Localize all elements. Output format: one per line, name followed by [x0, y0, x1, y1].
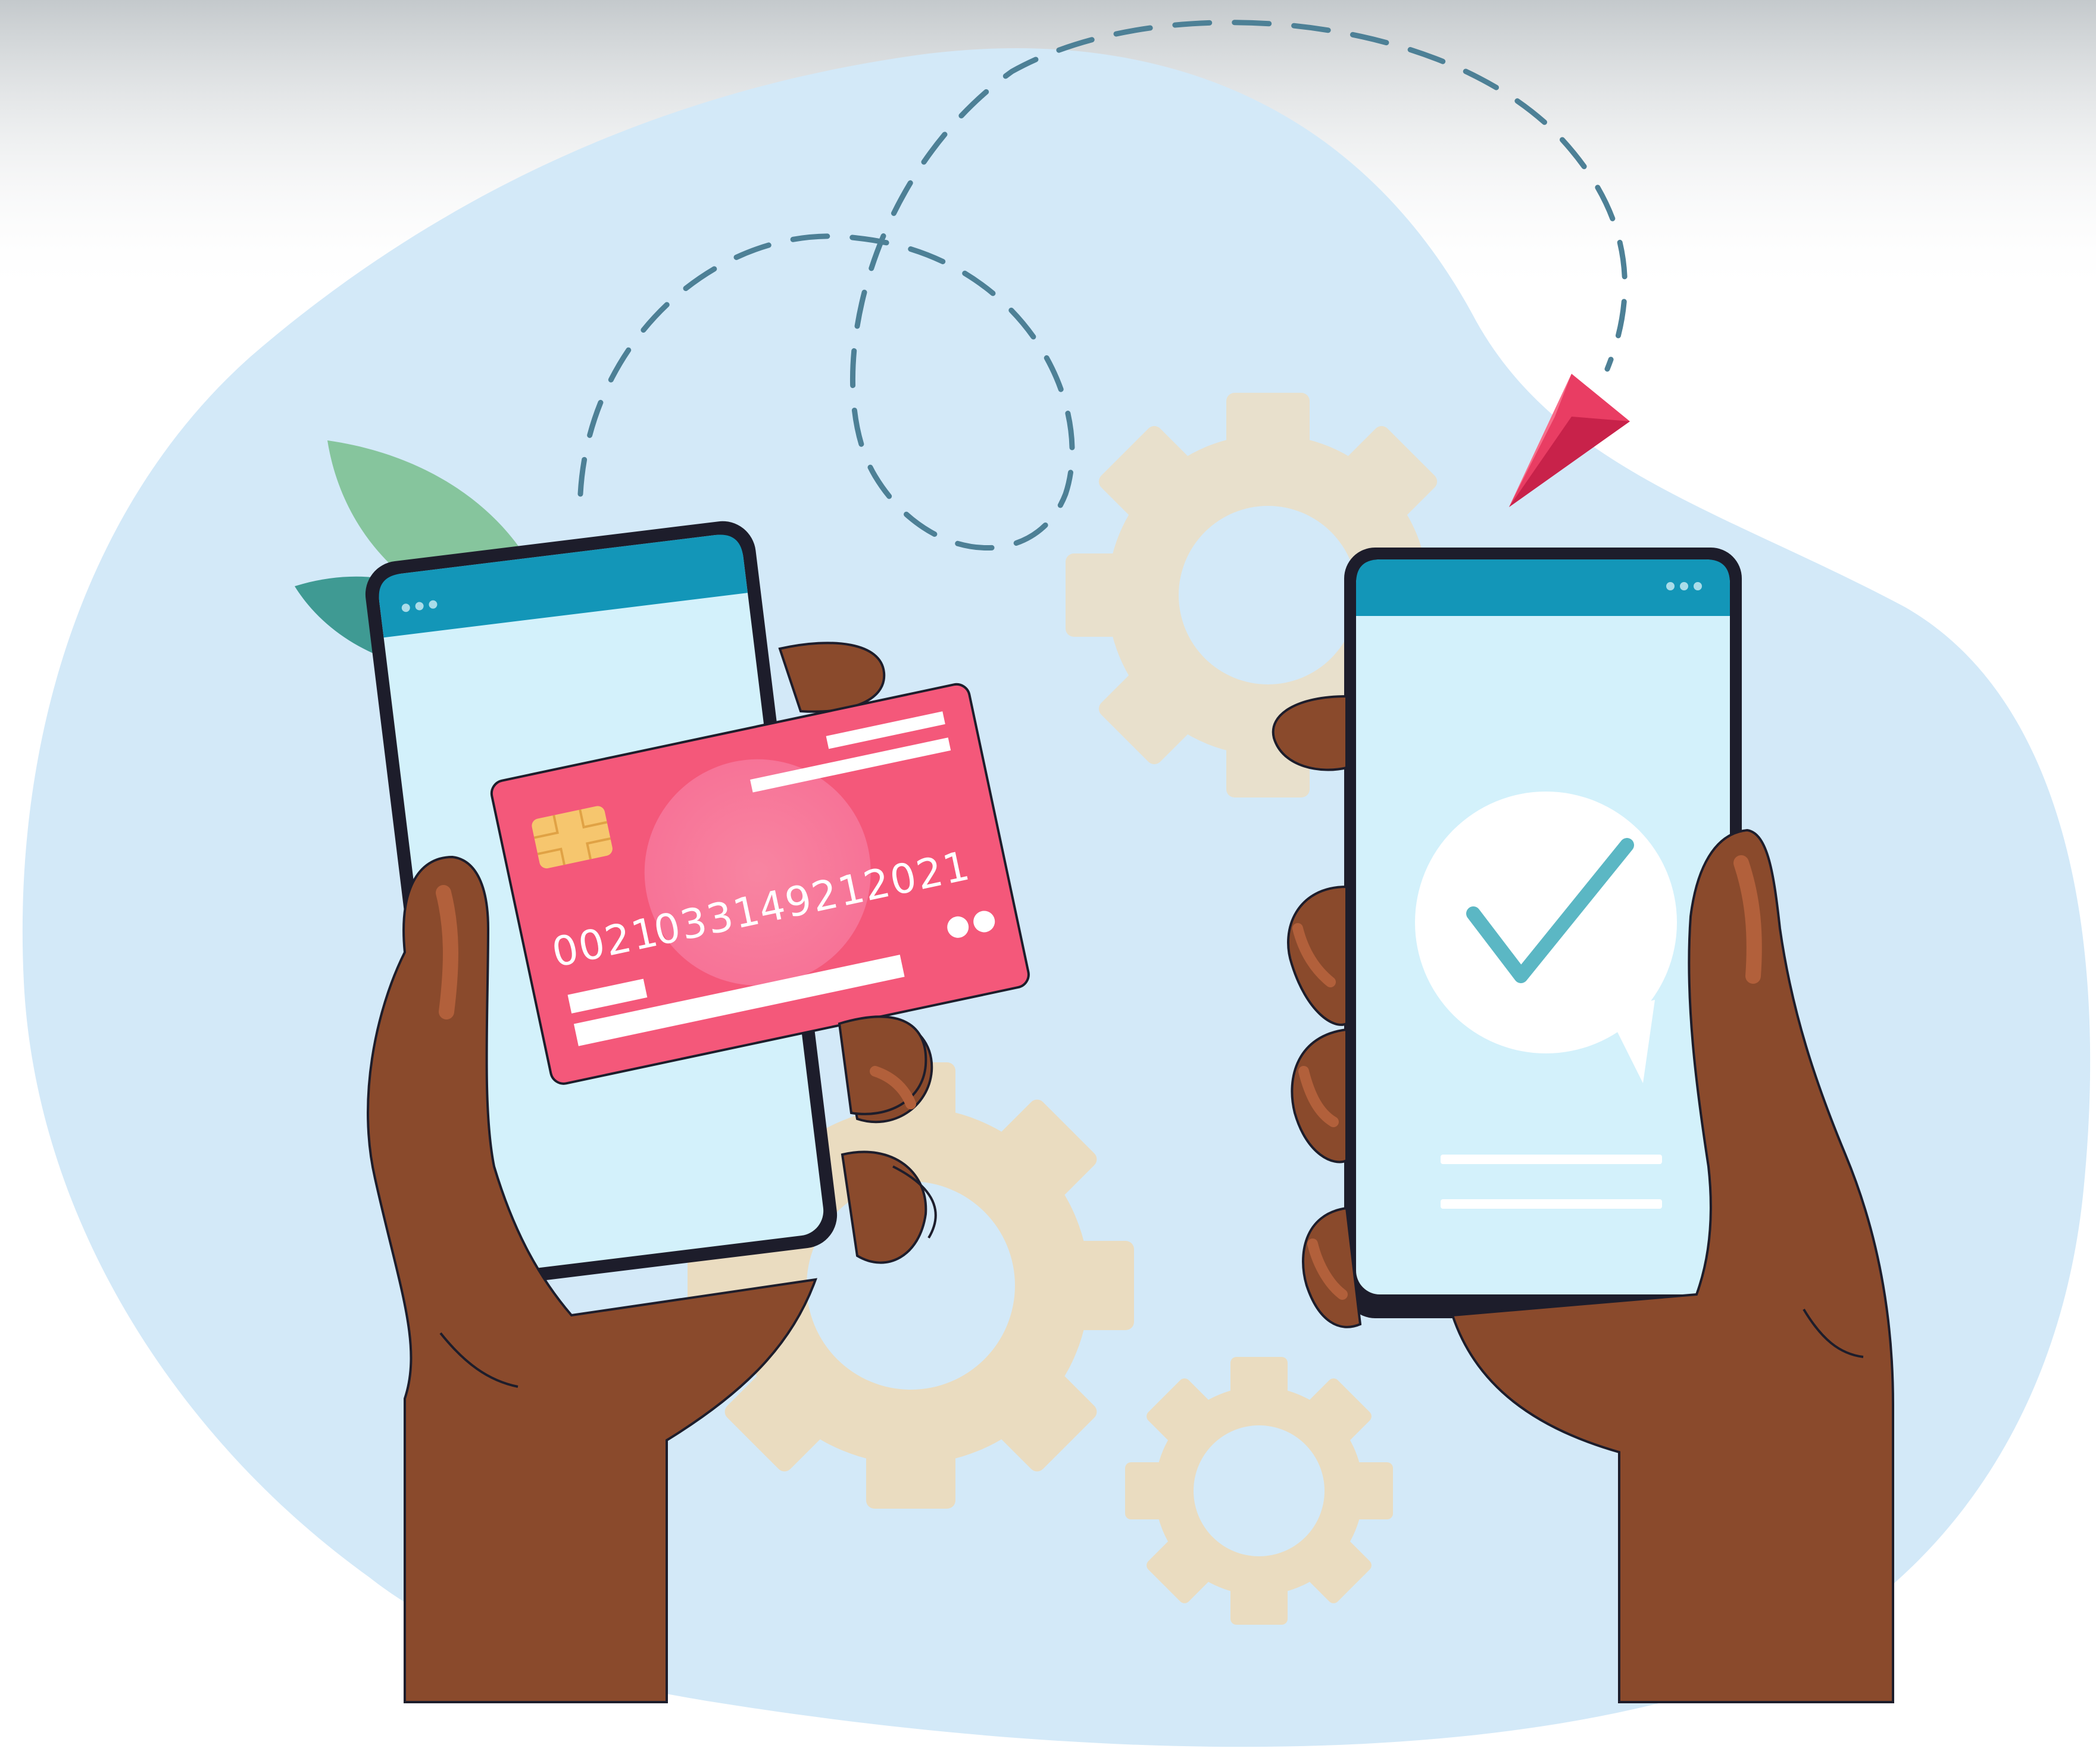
right-phone: [1344, 548, 1742, 1318]
gear-icon: [1125, 1357, 1393, 1625]
mobile-payment-illustration: 0021 0331 4921 2021: [0, 0, 2096, 1747]
